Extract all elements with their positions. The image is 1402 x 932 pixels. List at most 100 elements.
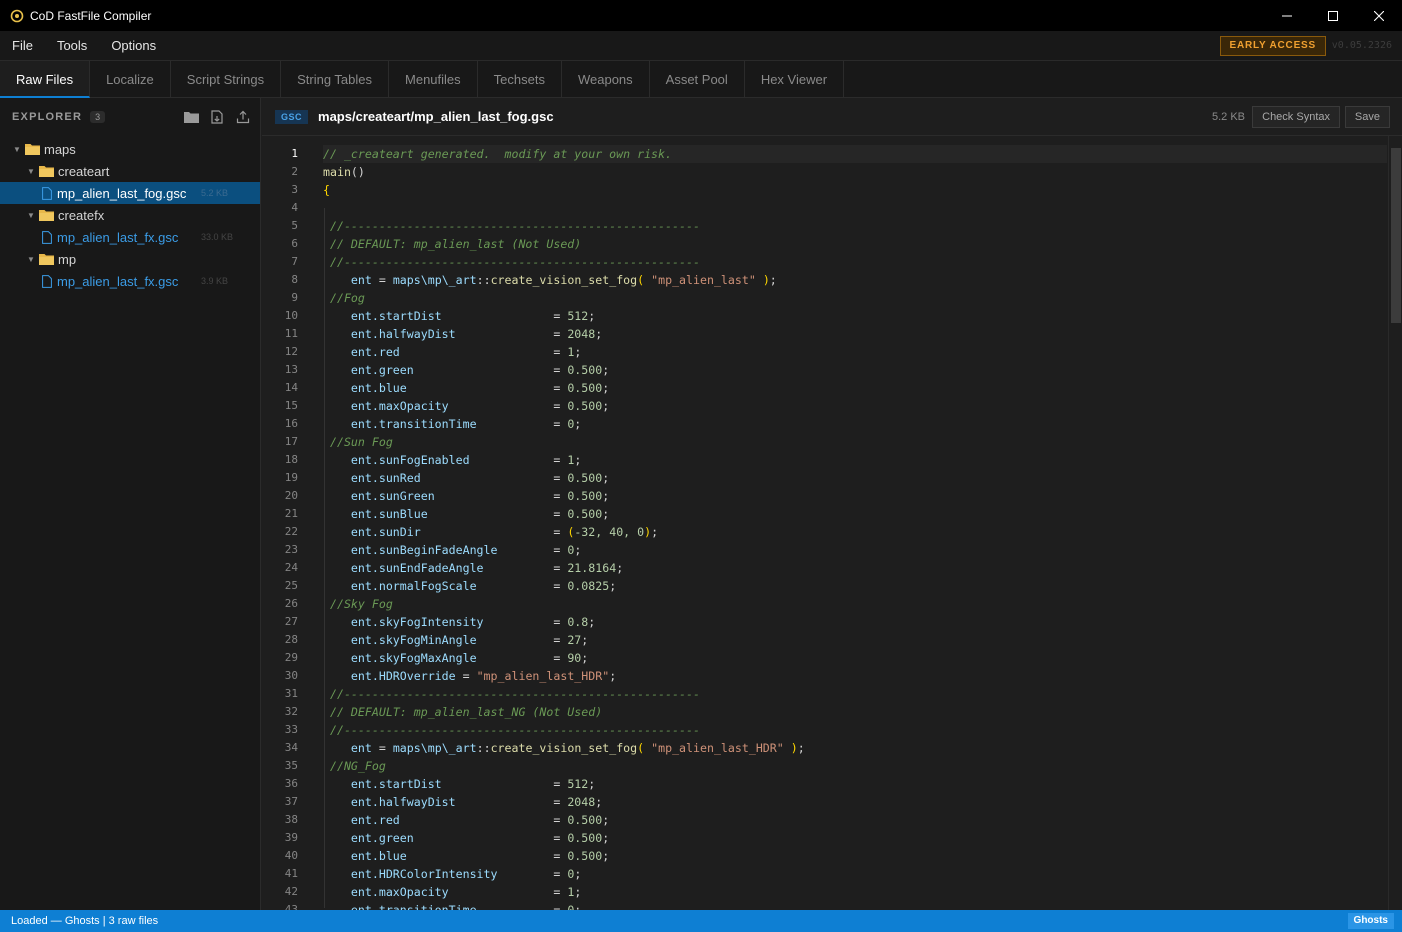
code-token: //Sky Fog xyxy=(329,597,393,611)
menu-options[interactable]: Options xyxy=(99,31,168,61)
menu-file[interactable]: File xyxy=(0,31,45,61)
tree-file[interactable]: mp_alien_last_fx.gsc 33.0 KB xyxy=(0,226,260,248)
code-token: create_vision_set_fog xyxy=(490,741,638,755)
check-syntax-button[interactable]: Check Syntax xyxy=(1252,106,1340,128)
code-token: ; xyxy=(616,561,624,575)
code-token: //NG_Fog xyxy=(329,759,386,773)
code-token: // DEFAULT: mp_alien_last (Not Used) xyxy=(329,237,582,251)
chevron-down-icon[interactable]: ▼ xyxy=(12,145,22,154)
code-token: ent.transitionTime xyxy=(350,903,477,910)
code-token: ) xyxy=(762,273,770,287)
line-number: 4 xyxy=(291,201,298,214)
code-line: //--------------------------------------… xyxy=(323,217,1387,235)
line-number: 35 xyxy=(284,759,298,772)
code-token: 512 xyxy=(567,777,589,791)
chevron-down-icon[interactable]: ▼ xyxy=(26,167,36,176)
export-icon[interactable] xyxy=(234,108,252,126)
code-token: = xyxy=(483,561,568,575)
chevron-down-icon[interactable]: ▼ xyxy=(26,211,36,220)
code-token: :: xyxy=(476,741,491,755)
tab-asset-pool[interactable]: Asset Pool xyxy=(650,61,745,98)
tab-techsets[interactable]: Techsets xyxy=(478,61,562,98)
status-text: Loaded — Ghosts | 3 raw files xyxy=(11,915,159,927)
code-token: ; xyxy=(602,399,610,413)
code-token: // DEFAULT: mp_alien_last_NG (Not Used) xyxy=(329,705,603,719)
tab-localize[interactable]: Localize xyxy=(90,61,171,98)
code-token: 0.0825 xyxy=(567,579,610,593)
code-line: // DEFAULT: mp_alien_last (Not Used) xyxy=(323,235,1387,253)
line-number: 17 xyxy=(284,435,298,448)
code-token: = xyxy=(448,399,568,413)
code-token: ; xyxy=(797,741,805,755)
code-line: ent.sunBeginFadeAngle = 0; xyxy=(323,541,1387,559)
tree-folder[interactable]: ▼ maps xyxy=(0,138,260,160)
code-token: ent.green xyxy=(350,363,414,377)
code-token: = xyxy=(371,273,393,287)
minimize-icon[interactable] xyxy=(1264,0,1310,31)
line-number: 13 xyxy=(284,363,298,376)
tab-raw-files[interactable]: Raw Files xyxy=(0,61,91,98)
line-number: 39 xyxy=(284,831,298,844)
code-token: ent.HDROverride xyxy=(350,669,456,683)
code-editor[interactable]: 1 2 3 4 5 6 7 8 9 10 11 12 13 14 15 16 17 18 19 20 21 22 23 24 2… xyxy=(262,136,1402,910)
code-token: = xyxy=(420,525,568,539)
line-number: 23 xyxy=(284,543,298,556)
tab-weapons[interactable]: Weapons xyxy=(562,61,650,98)
line-number: 14 xyxy=(284,381,298,394)
close-icon[interactable] xyxy=(1356,0,1402,31)
tree-folder[interactable]: ▼ mp xyxy=(0,248,260,270)
tree-file[interactable]: mp_alien_last_fog.gsc 5.2 KB xyxy=(0,182,260,204)
code-line: //NG_Fog xyxy=(323,757,1387,775)
code-token: ent.blue xyxy=(350,381,407,395)
tab-string-tables[interactable]: String Tables xyxy=(281,61,390,98)
tab-script-strings[interactable]: Script Strings xyxy=(171,61,282,98)
menu-tools[interactable]: Tools xyxy=(45,31,99,61)
line-number: 30 xyxy=(284,669,298,682)
code-token: = xyxy=(427,507,568,521)
open-folder-icon[interactable] xyxy=(182,108,200,126)
scrollbar-thumb[interactable] xyxy=(1391,148,1401,323)
tree-file[interactable]: mp_alien_last_fx.gsc 3.9 KB xyxy=(0,270,260,292)
code-token: () xyxy=(350,165,365,179)
explorer-actions xyxy=(182,108,252,126)
code-line: ent = maps\mp\_art::create_vision_set_fo… xyxy=(323,271,1387,289)
app-logo-icon xyxy=(10,9,24,23)
code-token: = xyxy=(497,543,568,557)
code-token: 0.500 xyxy=(567,849,603,863)
maximize-icon[interactable] xyxy=(1310,0,1356,31)
code-line: ent.maxOpacity = 1; xyxy=(323,883,1387,901)
tab-hex-viewer[interactable]: Hex Viewer xyxy=(745,61,845,98)
code-token: = xyxy=(434,489,568,503)
code-token: ; xyxy=(602,471,610,485)
line-number: 27 xyxy=(284,615,298,628)
line-number: 9 xyxy=(291,291,298,304)
tree-folder[interactable]: ▼ createart xyxy=(0,160,260,182)
code-token: maps\mp\_art xyxy=(392,273,477,287)
line-number: 41 xyxy=(284,867,298,880)
code-line: //Sun Fog xyxy=(323,433,1387,451)
code-token: //--------------------------------------… xyxy=(329,255,700,269)
code-line: ent.transitionTime = 0; xyxy=(323,901,1387,910)
code-token: "mp_alien_last" xyxy=(651,273,756,287)
save-file-icon[interactable] xyxy=(208,108,226,126)
code-token: ; xyxy=(574,345,582,359)
line-number: 11 xyxy=(284,327,298,340)
save-button[interactable]: Save xyxy=(1344,106,1390,128)
code-token: -32, 40, 0 xyxy=(574,525,645,539)
version-label: v0.05.2326 xyxy=(1331,40,1392,51)
code-line: // DEFAULT: mp_alien_last_NG (Not Used) xyxy=(323,703,1387,721)
code-token: ent.halfwayDist xyxy=(350,795,456,809)
tree-folder[interactable]: ▼ createfx xyxy=(0,204,260,226)
code-line: ent.sunFogEnabled = 1; xyxy=(323,451,1387,469)
vertical-scrollbar[interactable] xyxy=(1388,136,1402,910)
code-token: 0.500 xyxy=(567,381,603,395)
chevron-down-icon[interactable]: ▼ xyxy=(26,255,36,264)
code-line: ent.sunEndFadeAngle = 21.8164; xyxy=(323,559,1387,577)
tab-menufiles[interactable]: Menufiles xyxy=(389,61,478,98)
